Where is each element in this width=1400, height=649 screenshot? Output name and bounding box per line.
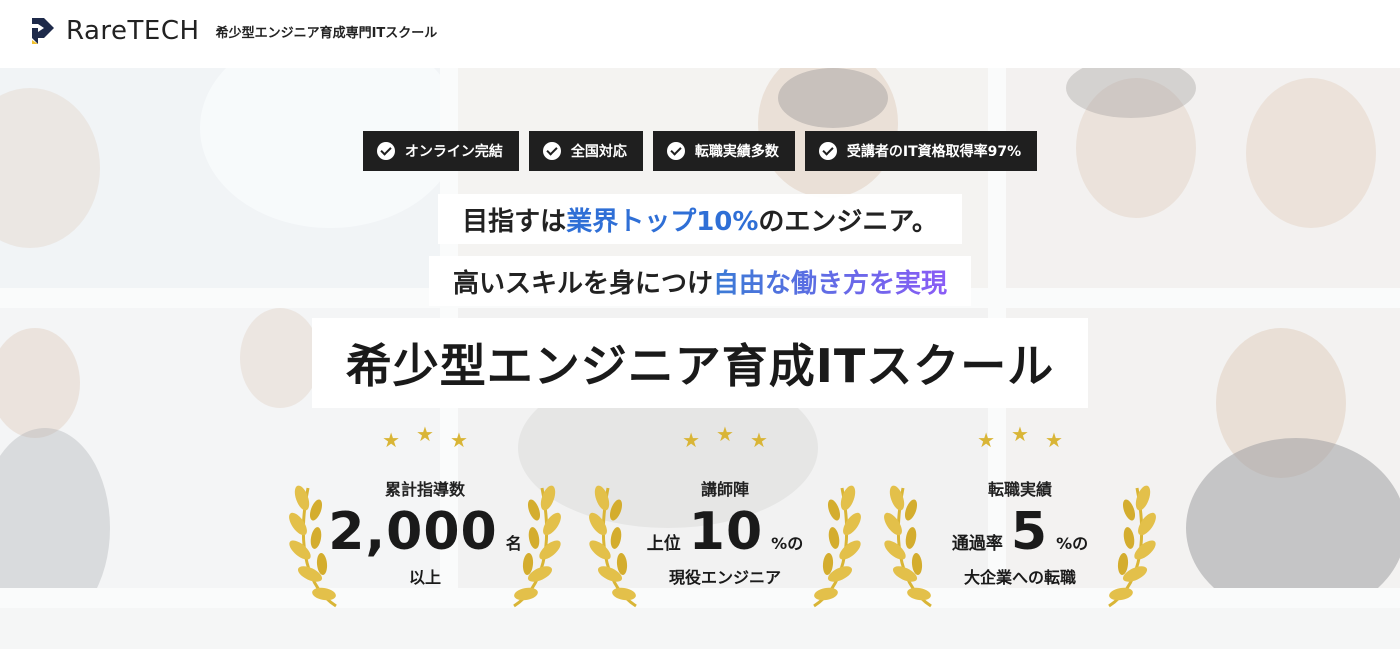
- star-icon: ★: [382, 428, 401, 452]
- catch1-before: 目指すは: [462, 206, 567, 237]
- stat-unit: %の: [771, 534, 804, 553]
- stat-career-change: ★ ★ ★ 転職実績 通過率 5 %の 大企業への転職: [875, 424, 1165, 610]
- stat-total-students: ★ ★ ★ 累計指導数 2,000 名 以上: [280, 424, 570, 610]
- catch-line-1: 目指すは 業界トップ10% のエンジニア。: [0, 194, 1400, 244]
- catch1-highlight: 業界トップ10%: [566, 206, 759, 237]
- stat-prefix: 通過率: [951, 534, 1003, 554]
- stat-sub: 現役エンジニア: [668, 568, 781, 587]
- catch2-highlight: 自由な働き方を実現: [713, 263, 947, 300]
- stat-sub: 大企業への転職: [963, 568, 1076, 587]
- stat-sub: 以上: [408, 568, 441, 587]
- check-circle-icon: [376, 142, 395, 160]
- brand-name: RareTECH: [66, 16, 200, 46]
- stars: ★ ★ ★: [280, 424, 570, 452]
- stat-unit: 名: [505, 534, 522, 553]
- star-icon: ★: [449, 428, 468, 452]
- star-icon: ★: [1044, 428, 1063, 452]
- catch-line-2: 高いスキルを身につけ 自由な働き方を実現: [0, 256, 1400, 306]
- header-tagline: 希少型エンジニア育成専門ITスクール: [215, 25, 438, 41]
- badge-online: オンライン完結: [362, 131, 519, 171]
- stat-label: 転職実績: [987, 480, 1052, 499]
- stat-prefix: 上位: [646, 534, 681, 554]
- badge-nationwide: 全国対応: [528, 131, 643, 171]
- star-icon: ★: [1011, 422, 1029, 446]
- stars: ★ ★ ★: [875, 424, 1165, 452]
- badge-label: 全国対応: [570, 144, 627, 160]
- star-icon: ★: [716, 422, 734, 446]
- star-icon: ★: [416, 422, 434, 446]
- stat-label: 講師陣: [700, 480, 749, 499]
- site-header: RareTECH 希少型エンジニア育成専門ITスクール: [0, 0, 1400, 62]
- star-icon: ★: [682, 428, 701, 452]
- check-circle-icon: [666, 142, 685, 160]
- badge-career-change: 転職実績多数: [652, 131, 795, 171]
- stars: ★ ★ ★: [580, 424, 870, 452]
- badge-label: 受講者のIT資格取得率97%: [846, 144, 1022, 160]
- stat-instructors: ★ ★ ★ 講師陣 上位 10 %の 現役エンジニア: [580, 424, 870, 610]
- star-icon: ★: [749, 428, 768, 452]
- star-icon: ★: [977, 428, 996, 452]
- catch2-before: 高いスキルを身につけ: [452, 268, 713, 299]
- stat-value: 10: [688, 502, 764, 562]
- stat-value: 5: [1010, 502, 1049, 562]
- feature-badges: オンライン完結 全国対応 転職実績多数 受講者のIT資格取得率97%: [0, 131, 1400, 171]
- badge-label: 転職実績多数: [694, 144, 779, 160]
- check-circle-icon: [818, 142, 837, 160]
- logo-mark-icon: [32, 18, 54, 44]
- catch1-after: のエンジニア。: [758, 206, 938, 237]
- main-title: 希少型エンジニア育成ITスクール: [0, 318, 1400, 408]
- brand-logo[interactable]: RareTECH: [30, 16, 200, 46]
- stat-value: 2,000: [328, 502, 498, 562]
- stat-unit: %の: [1056, 534, 1089, 553]
- stat-label: 累計指導数: [384, 480, 465, 499]
- badge-certification-rate: 受講者のIT資格取得率97%: [804, 131, 1038, 171]
- check-circle-icon: [542, 142, 561, 160]
- main-title-text: 希少型エンジニア育成ITスクール: [311, 318, 1089, 408]
- badge-label: オンライン完結: [404, 144, 503, 160]
